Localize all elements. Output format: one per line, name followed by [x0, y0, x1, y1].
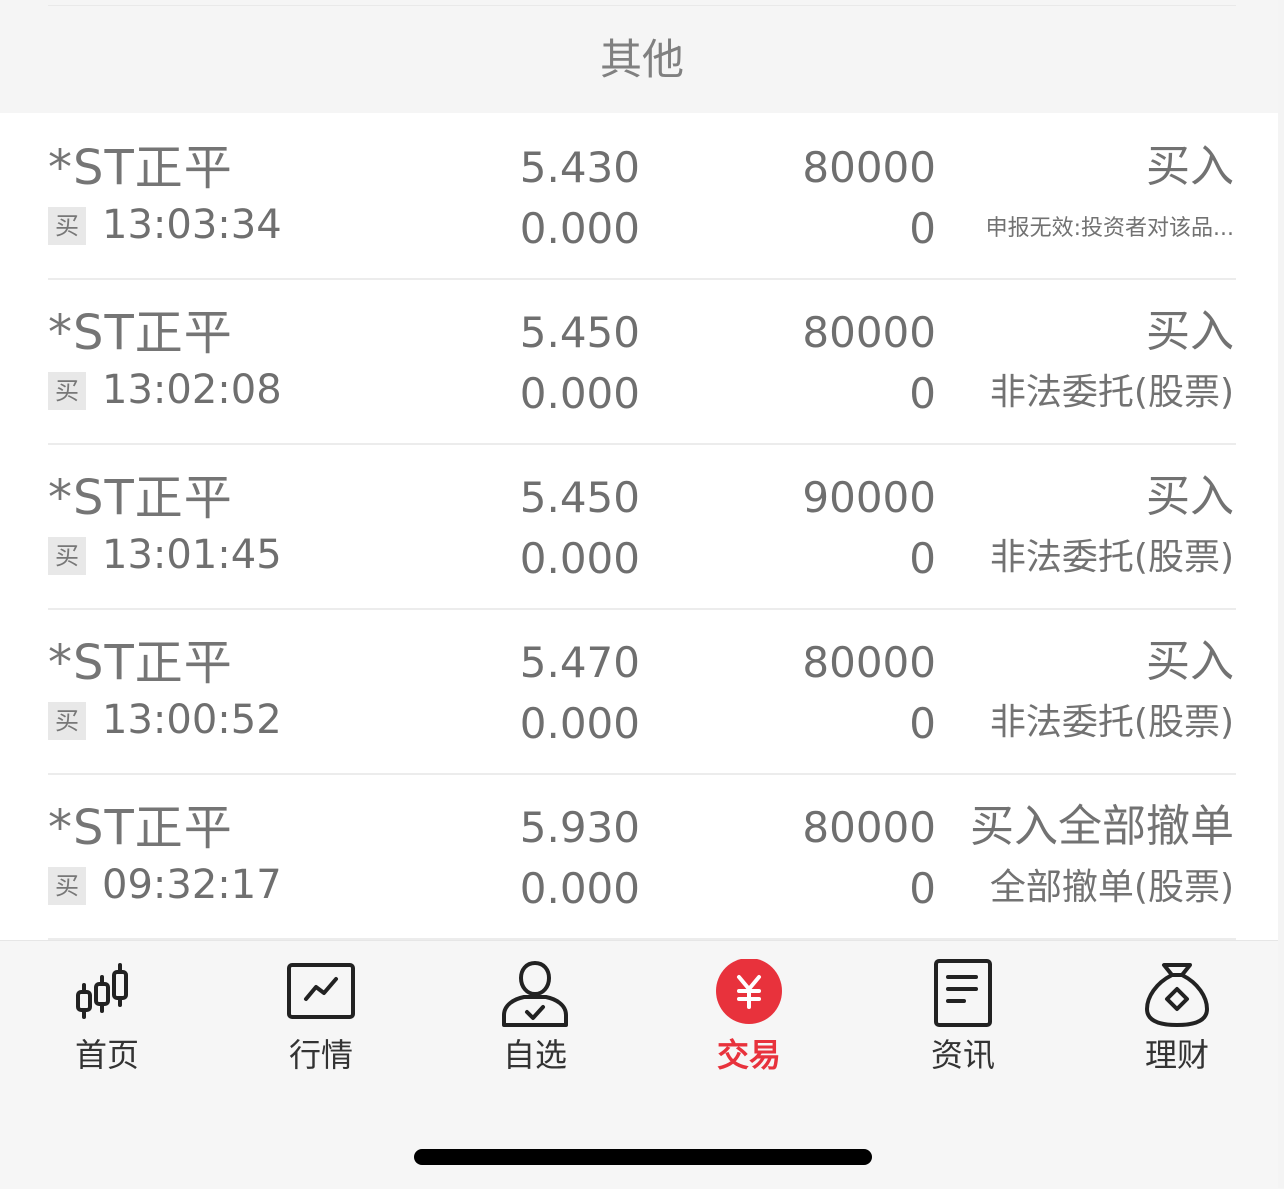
bottom-tab-bar: 首页 行情 自选 交易 资讯 理财	[0, 940, 1284, 1189]
section-title: 其他	[599, 35, 684, 84]
stock-name: *ST正平	[48, 140, 233, 196]
order-time: 13:01:45	[102, 532, 282, 578]
order-quantity: 90000	[802, 473, 936, 522]
tab-label: 资讯	[930, 1036, 995, 1074]
tab-label: 自选	[502, 1036, 567, 1074]
order-quantity: 80000	[802, 638, 936, 687]
order-action: 买入	[1146, 636, 1234, 687]
tab-watchlist[interactable]: 自选	[465, 959, 605, 1079]
buy-tag: 买	[48, 537, 86, 575]
order-price: 5.430	[519, 143, 640, 192]
market-chart-icon	[287, 963, 355, 1019]
order-time: 09:32:17	[102, 862, 282, 908]
order-quantity: 80000	[802, 803, 936, 852]
order-price: 5.930	[519, 803, 640, 852]
filled-quantity: 0	[909, 204, 936, 253]
filled-quantity: 0	[909, 369, 936, 418]
order-quantity: 80000	[802, 143, 936, 192]
tab-label: 交易	[716, 1036, 781, 1074]
order-time: 13:03:34	[102, 202, 282, 248]
order-price: 5.450	[519, 473, 640, 522]
divider	[48, 5, 1236, 6]
buy-tag: 买	[48, 702, 86, 740]
filled-quantity: 0	[909, 534, 936, 583]
money-bag-icon	[1145, 963, 1209, 1027]
order-status: 非法委托(股票)	[989, 372, 1234, 413]
tab-news[interactable]: 资讯	[893, 959, 1033, 1079]
yen-trade-icon	[716, 959, 782, 1024]
buy-tag: 买	[48, 867, 86, 905]
candlestick-icon	[76, 963, 128, 1019]
tab-trade[interactable]: 交易	[679, 959, 819, 1079]
stock-name: *ST正平	[48, 305, 233, 361]
order-row[interactable]: *ST正平 买 13:00:52 5.470 0.000 80000 0 买入 …	[48, 609, 1236, 775]
tab-market[interactable]: 行情	[251, 959, 391, 1079]
order-action: 买入全部撤单	[970, 801, 1234, 852]
tab-label: 行情	[288, 1036, 353, 1074]
filled-quantity: 0	[909, 699, 936, 748]
filled-price: 0.000	[519, 699, 640, 748]
order-time: 13:02:08	[102, 367, 282, 413]
order-row[interactable]: *ST正平 买 13:02:08 5.450 0.000 80000 0 买入 …	[48, 279, 1236, 445]
order-price: 5.450	[519, 308, 640, 357]
tab-home[interactable]: 首页	[37, 959, 177, 1079]
stock-name: *ST正平	[48, 635, 233, 691]
tab-label: 理财	[1144, 1036, 1209, 1074]
scroll-edge	[1278, 0, 1284, 1188]
tab-label: 首页	[74, 1036, 139, 1074]
news-document-icon	[934, 959, 992, 1027]
order-status: 全部撤单(股票)	[989, 867, 1234, 908]
order-status: 非法委托(股票)	[989, 702, 1234, 743]
order-time: 13:00:52	[102, 697, 282, 743]
section-header: 其他	[0, 0, 1284, 113]
order-quantity: 80000	[802, 308, 936, 357]
buy-tag: 买	[48, 372, 86, 410]
order-status: 非法委托(股票)	[989, 537, 1234, 578]
order-action: 买入	[1146, 306, 1234, 357]
filled-price: 0.000	[519, 864, 640, 913]
order-status: 申报无效:投资者对该品...	[985, 216, 1234, 241]
order-action: 买入	[1146, 471, 1234, 522]
filled-price: 0.000	[519, 369, 640, 418]
filled-quantity: 0	[909, 864, 936, 913]
order-row[interactable]: *ST正平 买 13:01:45 5.450 0.000 90000 0 买入 …	[48, 444, 1236, 610]
stock-name: *ST正平	[48, 470, 233, 526]
buy-tag: 买	[48, 207, 86, 245]
filled-price: 0.000	[519, 534, 640, 583]
home-indicator	[414, 1149, 872, 1165]
tab-wealth[interactable]: 理财	[1107, 959, 1247, 1079]
stock-name: *ST正平	[48, 800, 233, 856]
filled-price: 0.000	[519, 204, 640, 253]
user-check-icon	[502, 961, 568, 1027]
order-action: 买入	[1146, 141, 1234, 192]
order-price: 5.470	[519, 638, 640, 687]
order-row[interactable]: *ST正平 买 09:32:17 5.930 0.000 80000 0 买入全…	[48, 774, 1236, 940]
order-row[interactable]: *ST正平 买 13:03:34 5.430 0.000 80000 0 买入 …	[48, 114, 1236, 280]
